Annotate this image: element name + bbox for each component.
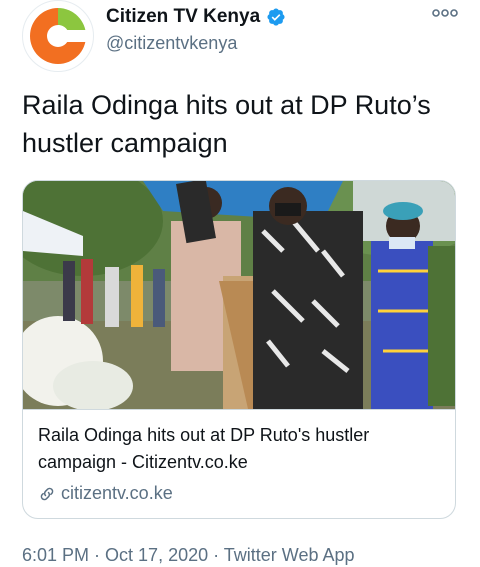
card-title[interactable]: Raila Odinga hits out at DP Ruto's hustl…	[38, 422, 443, 476]
verified-badge-icon	[267, 8, 285, 26]
link-card[interactable]: Raila Odinga hits out at DP Ruto's hustl…	[22, 180, 456, 519]
tweet-time[interactable]: 6:01 PM	[22, 545, 89, 565]
avatar[interactable]	[22, 0, 94, 72]
tweet-header: Citizen TV Kenya @citizentvkenya	[0, 0, 480, 80]
display-name[interactable]: Citizen TV Kenya	[106, 6, 260, 28]
link-icon	[40, 487, 54, 500]
tweet-date[interactable]: Oct 17, 2020	[105, 545, 208, 565]
more-options-icon[interactable]	[432, 6, 458, 20]
tweet-meta: 6:01 PM · Oct 17, 2020 · Twitter Web App	[22, 545, 355, 566]
card-image[interactable]	[23, 181, 455, 409]
meta-separator: ·	[208, 545, 224, 565]
name-row: Citizen TV Kenya	[106, 4, 286, 30]
card-divider	[23, 409, 455, 410]
card-domain-row[interactable]: citizentv.co.ke	[38, 483, 173, 504]
news-photo	[23, 181, 455, 409]
meta-separator: ·	[89, 545, 106, 565]
account-handle[interactable]: @citizentvkenya	[106, 33, 237, 54]
tweet-source[interactable]: Twitter Web App	[224, 545, 355, 565]
card-domain: citizentv.co.ke	[61, 483, 173, 503]
tweet-text: Raila Odinga hits out at DP Ruto’s hustl…	[22, 90, 431, 158]
citizen-tv-logo-icon	[24, 2, 92, 70]
